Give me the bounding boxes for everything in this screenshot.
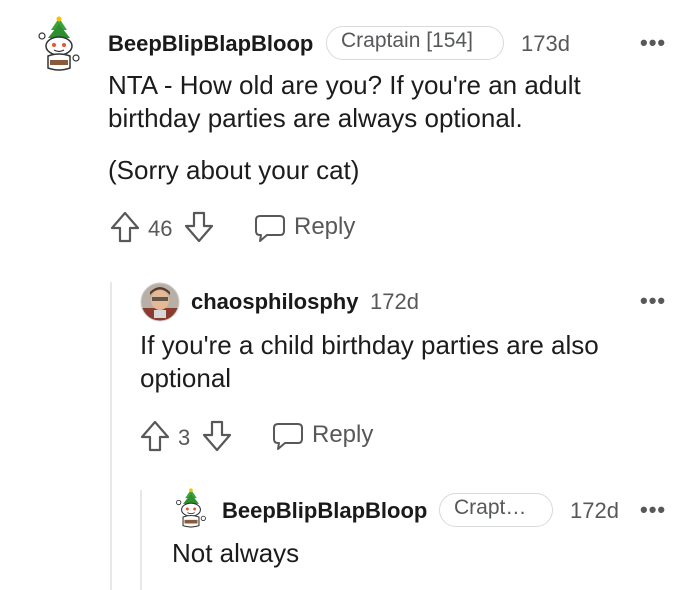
comment-paragraph: Not always	[172, 538, 300, 568]
reply-label: Reply	[312, 421, 374, 448]
user-flair: Crapt…	[439, 493, 553, 527]
comment-age[interactable]: 172d	[570, 498, 619, 524]
downvote-arrow-icon	[184, 211, 214, 243]
comment-1: BeepBlipBlapBloop Craptain [154] 173d ••…	[0, 0, 700, 260]
upvote-button[interactable]	[110, 211, 140, 243]
upvote-arrow-icon	[140, 420, 170, 452]
username[interactable]: BeepBlipBlapBloop	[222, 498, 427, 524]
downvote-arrow-icon	[202, 420, 232, 452]
snoo-avatar-icon[interactable]	[174, 488, 208, 530]
reply-label: Reply	[294, 213, 356, 240]
reply-button[interactable]: Reply	[272, 419, 382, 453]
comment-3: BeepBlipBlapBloop Crapt… 172d ••• Not al…	[160, 480, 700, 590]
reply-button[interactable]: Reply	[254, 211, 364, 245]
comment-body: Not always	[172, 537, 652, 570]
more-options-button[interactable]: •••	[640, 30, 666, 56]
downvote-button[interactable]	[184, 211, 214, 243]
comment-bubble-icon	[273, 423, 303, 450]
comment-paragraph: NTA - How old are you? If you're an adul…	[108, 70, 581, 133]
downvote-button[interactable]	[202, 420, 232, 452]
user-flair: Craptain [154]	[326, 26, 504, 60]
vote-count: 3	[178, 425, 191, 450]
comment-age[interactable]: 172d	[370, 289, 419, 315]
comment-paragraph: (Sorry about your cat)	[108, 155, 360, 185]
vote-count: 46	[148, 216, 173, 241]
upvote-button[interactable]	[140, 420, 170, 452]
comment-paragraph: If you're a child birthday parties are a…	[140, 330, 599, 393]
username[interactable]: chaosphilosphy	[191, 289, 358, 315]
comment-body: If you're a child birthday parties are a…	[140, 329, 640, 395]
comment-age[interactable]: 173d	[521, 31, 570, 57]
more-options-button[interactable]: •••	[640, 288, 666, 314]
upvote-arrow-icon	[110, 211, 140, 243]
thread-line[interactable]	[110, 282, 112, 590]
username[interactable]: BeepBlipBlapBloop	[108, 31, 313, 57]
comment-2: chaosphilosphy 172d ••• If you're a chil…	[130, 270, 700, 470]
comment-bubble-icon	[255, 215, 285, 242]
thread-line[interactable]	[140, 490, 142, 590]
comment-body: NTA - How old are you? If you're an adul…	[108, 69, 668, 187]
user-photo-avatar-icon[interactable]	[140, 282, 180, 322]
more-options-button[interactable]: •••	[640, 497, 666, 523]
snoo-avatar-icon[interactable]	[36, 16, 82, 74]
